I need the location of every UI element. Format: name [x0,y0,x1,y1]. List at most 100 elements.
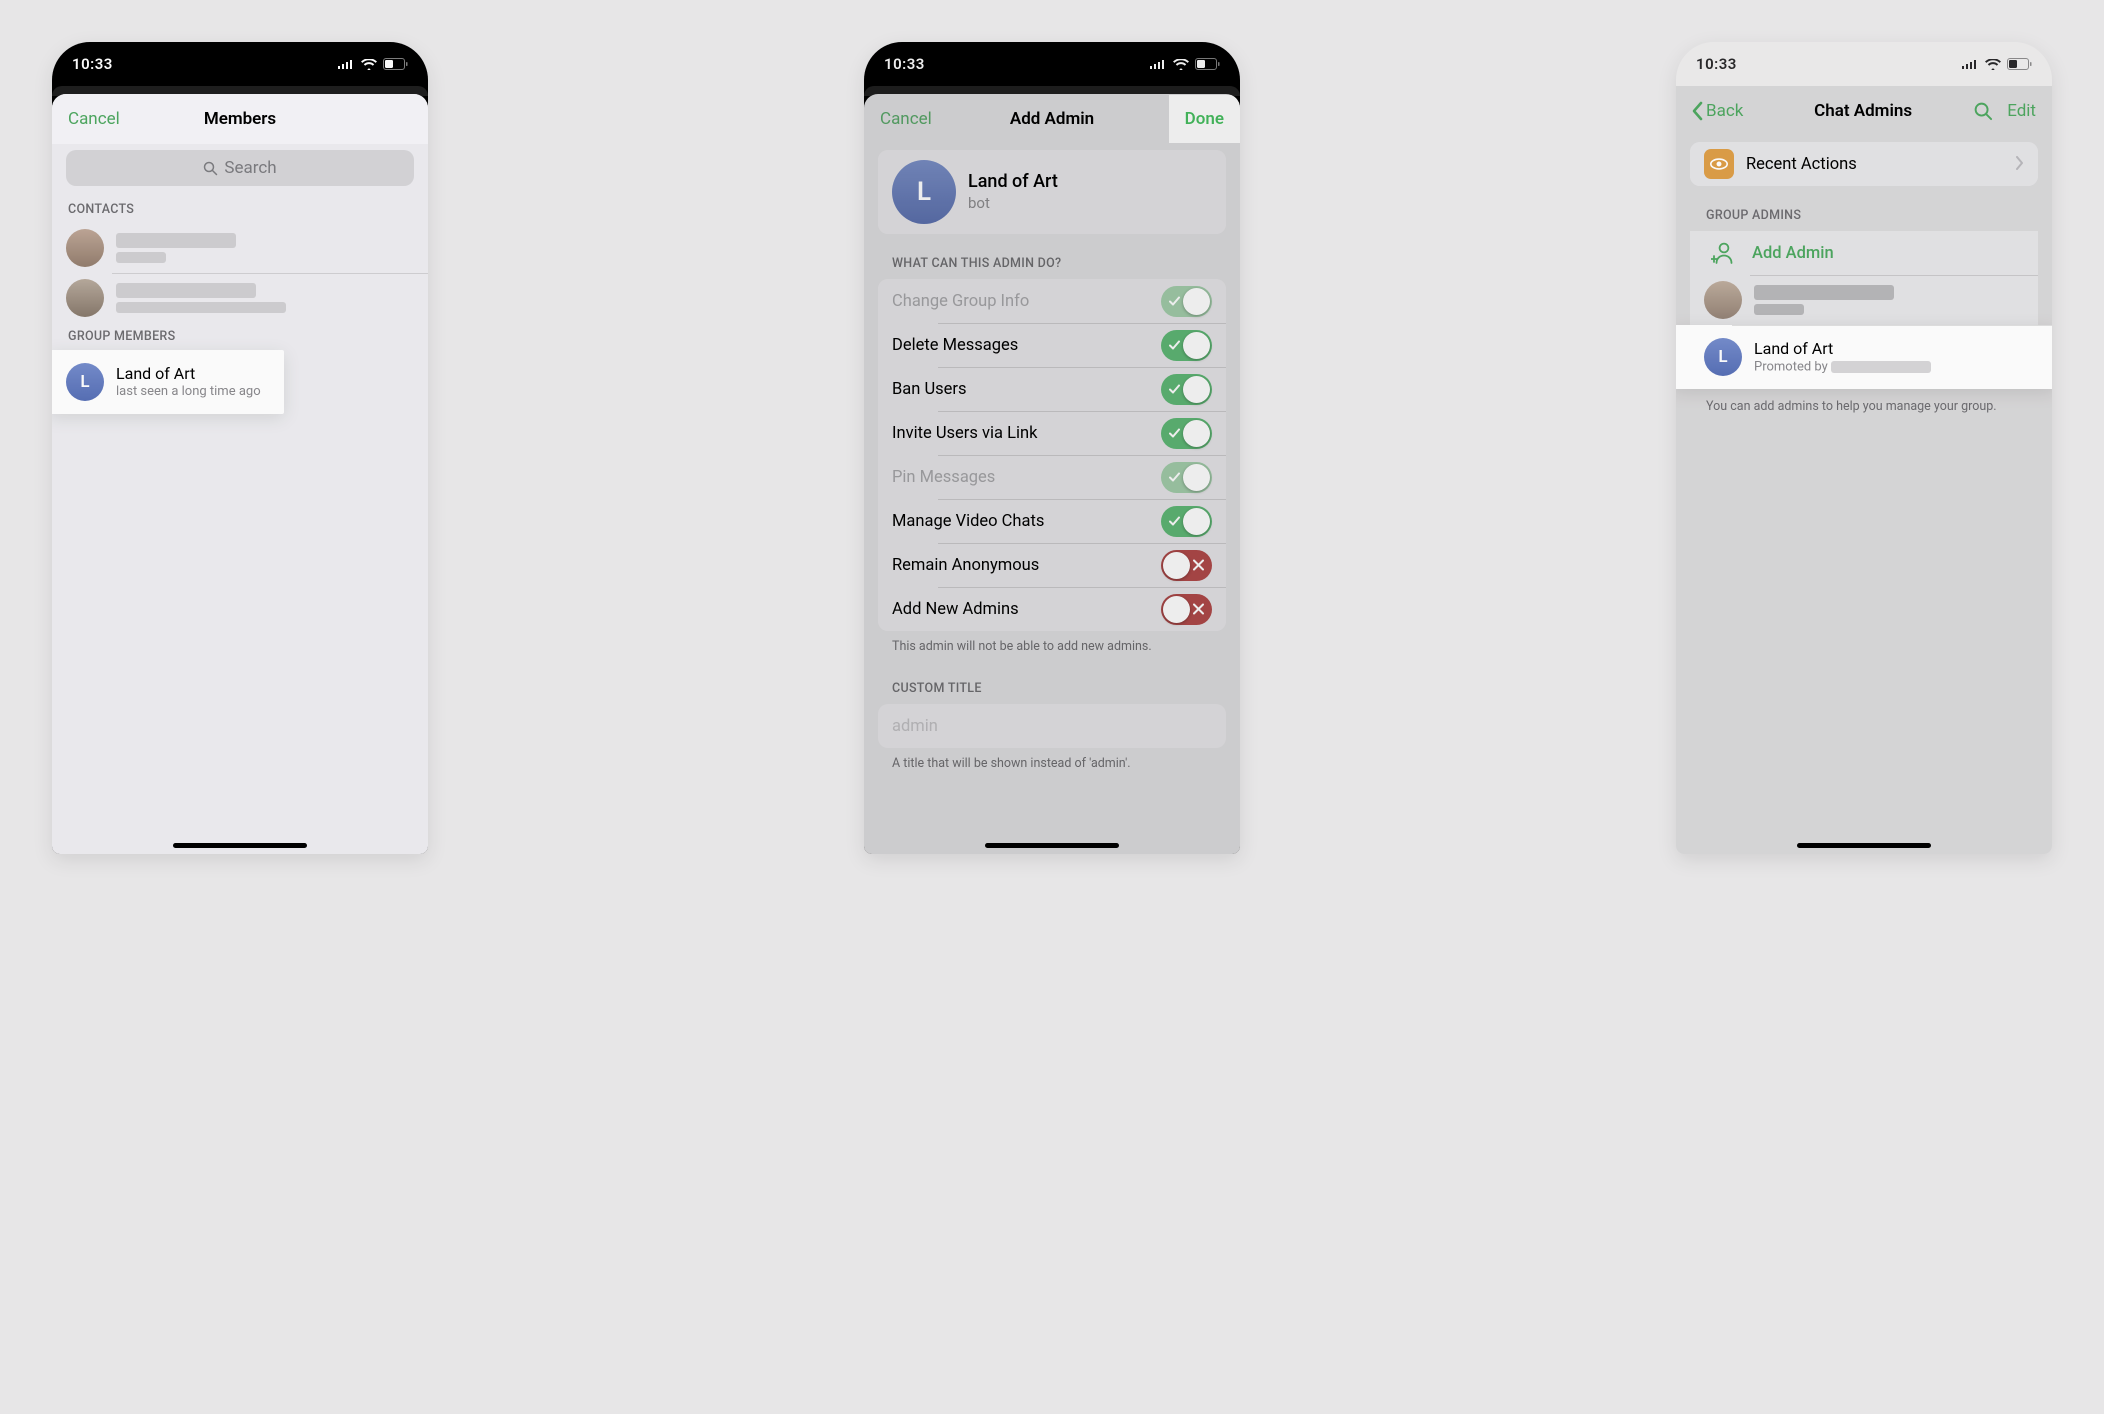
permission-toggle[interactable] [1161,594,1212,625]
home-indicator[interactable] [1797,843,1931,848]
back-button[interactable]: Back [1706,101,1743,121]
admin-avatar [1704,281,1742,319]
members-nav: Cancel Members [52,94,428,144]
chat-admins-title: Chat Admins [1814,101,1912,121]
redacted-name [116,233,236,248]
recent-actions-section: Recent Actions [1690,142,2038,186]
chevron-right-icon [2016,155,2024,174]
home-indicator[interactable] [173,843,307,848]
permission-label: Delete Messages [892,336,1018,355]
wifi-icon [361,59,377,70]
home-indicator[interactable] [985,843,1119,848]
recent-actions-label: Recent Actions [1746,155,1857,174]
permission-row[interactable]: Ban Users [878,367,1226,411]
permission-toggle[interactable] [1161,462,1212,493]
chat-admins-sheet: Back Chat Admins Edit Recent Actions GRO… [1676,86,2052,854]
recent-actions-row[interactable]: Recent Actions [1690,142,2038,186]
admin-row[interactable] [1690,275,2038,325]
avatar [66,279,104,317]
redacted-sub [116,302,286,313]
add-admin-sheet: Cancel Add Admin Done L Land of Art bot … [864,94,1240,854]
cancel-button[interactable]: Cancel [68,109,120,129]
admins-footer: You can add admins to help you manage yo… [1676,389,2052,425]
contact-row[interactable] [52,273,428,323]
add-admin-icon [1704,242,1742,264]
status-icons [1961,58,2032,70]
add-admin-nav: Cancel Add Admin Done [864,94,1240,144]
search-placeholder: Search [224,158,276,178]
permission-row[interactable]: Pin Messages [878,455,1226,499]
status-icons [1149,58,1220,70]
cellular-icon [1149,59,1167,70]
member-avatar: L [66,363,104,401]
battery-icon [383,58,408,70]
admin-name: Land of Art [1754,339,1931,359]
contacts-list [52,223,428,323]
admin-avatar: L [1704,338,1742,376]
permission-label: Ban Users [892,380,967,399]
status-bar: 10:33 [52,42,428,86]
permission-label: Pin Messages [892,468,995,487]
status-time: 10:33 [884,55,925,73]
check-icon [1169,424,1181,443]
x-icon [1193,600,1204,619]
wifi-icon [1173,59,1189,70]
permission-label: Change Group Info [892,292,1029,311]
status-bar: 10:33 [1676,42,2052,86]
admin-user-row[interactable]: L Land of Art bot [878,150,1226,234]
members-sheet: Cancel Members Search CONTACTS [52,94,428,854]
members-title: Members [204,109,276,129]
permission-row[interactable]: Manage Video Chats [878,499,1226,543]
wifi-icon [1985,59,2001,70]
admin-sub: bot [968,194,1058,213]
check-icon [1169,336,1181,355]
group-admins-header: GROUP ADMINS [1676,186,2052,231]
permission-row[interactable]: Remain Anonymous [878,543,1226,587]
add-admin-title: Add Admin [1010,109,1094,129]
permission-row[interactable]: Invite Users via Link [878,411,1226,455]
custom-title-input[interactable]: admin [878,704,1226,748]
battery-icon [2007,58,2032,70]
custom-title-footer: A title that will be shown instead of 'a… [864,748,1240,790]
status-time: 10:33 [1696,55,1737,73]
edit-button[interactable]: Edit [2007,101,2036,121]
permissions-footer: This admin will not be able to add new a… [864,631,1240,673]
permission-toggle[interactable] [1161,330,1212,361]
permission-row[interactable]: Change Group Info [878,279,1226,323]
custom-title-placeholder: admin [892,717,938,736]
redacted-sub [1754,304,1804,315]
admins-list: Add Admin L Land of Art Promoted by [1690,231,2038,389]
cancel-button[interactable]: Cancel [880,109,932,129]
permission-row[interactable]: Delete Messages [878,323,1226,367]
avatar [66,229,104,267]
admin-avatar: L [892,160,956,224]
permission-row[interactable]: Add New Admins [878,587,1226,631]
permission-toggle[interactable] [1161,374,1212,405]
custom-title-header: CUSTOM TITLE [864,673,1240,704]
admin-row-highlighted[interactable]: L Land of Art Promoted by [1676,325,2052,389]
search-icon[interactable] [1974,102,1993,121]
permission-toggle[interactable] [1161,286,1212,317]
group-member-row[interactable]: L Land of Art last seen a long time ago [52,350,284,414]
x-icon [1193,556,1204,575]
battery-icon [1195,58,1220,70]
done-button[interactable]: Done [1169,95,1240,143]
admin-name: Land of Art [968,171,1058,194]
permission-label: Manage Video Chats [892,512,1044,531]
group-members-header: GROUP MEMBERS [52,323,428,350]
chevron-left-icon [1692,101,1704,121]
search-input[interactable]: Search [66,150,414,186]
check-icon [1169,292,1181,311]
permission-toggle[interactable] [1161,550,1212,581]
permissions-header: WHAT CAN THIS ADMIN DO? [864,234,1240,279]
permission-toggle[interactable] [1161,418,1212,449]
permission-toggle[interactable] [1161,506,1212,537]
add-admin-row[interactable]: Add Admin [1690,231,2038,275]
contact-row[interactable] [52,223,428,273]
search-icon [203,161,218,176]
check-icon [1169,512,1181,531]
cellular-icon [1961,59,1979,70]
redacted-sub [116,252,166,263]
add-admin-label: Add Admin [1752,244,1834,263]
screen-chat-admins: 10:33 Back Chat Admins Edit Recent [1676,42,2052,854]
